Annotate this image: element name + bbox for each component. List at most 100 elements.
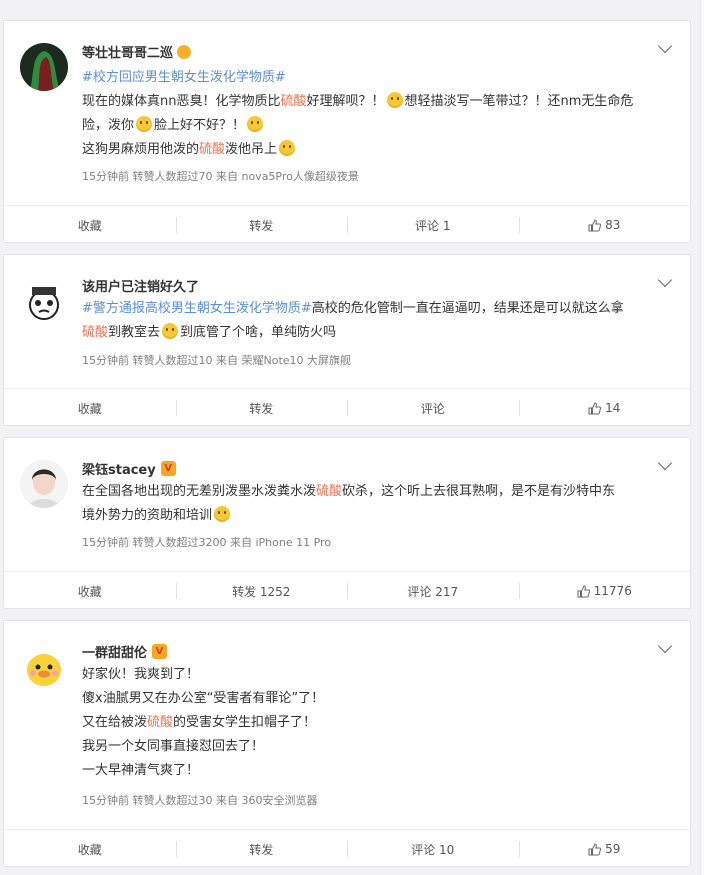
collect-label: 收藏 — [77, 401, 102, 416]
chevron-down-icon[interactable] — [657, 638, 673, 654]
collect-button[interactable]: 收藏 — [4, 572, 176, 610]
post-meta: 15分钟前 转赞人数超过30 来自 360安全浏览器 — [82, 794, 318, 807]
forward-button[interactable]: 转发 1252 — [175, 572, 348, 610]
content-text: 好家伙！我爽到了！ — [82, 667, 200, 682]
forward-label: 转发 — [249, 218, 274, 233]
comment-label: 评论 1 — [415, 218, 451, 233]
comment-label: 评论 — [420, 401, 445, 416]
avatar[interactable] — [20, 643, 68, 691]
verified-v-icon — [152, 644, 168, 659]
content-line: #警方通报高校男生朝女生泼化学物质#高校的危化管制一直在逼逼叨，结果还是可以就这… — [82, 297, 672, 321]
forward-button[interactable]: 转发 — [175, 830, 348, 868]
avatar[interactable] — [20, 460, 68, 508]
collect-label: 收藏 — [77, 842, 102, 857]
chevron-down-icon[interactable] — [657, 38, 673, 54]
emoji-icon — [247, 116, 264, 132]
content-text: 现在的媒体真nn恶臭！化学物质比 — [82, 94, 281, 109]
forward-button[interactable]: 转发 — [175, 206, 348, 244]
content-line: 险，泼你 脸上好不好？！ — [82, 114, 672, 138]
collect-button[interactable]: 收藏 — [4, 206, 176, 244]
content-line: 傻x油腻男又在办公室“受害者有罪论”了！ — [82, 687, 672, 711]
post-content: #校方回应男生朝女生泼化学物质# 现在的媒体真nn恶臭！化学物质比硫酸好理解呗？！… — [82, 66, 672, 162]
emoji-icon — [162, 323, 179, 339]
collect-button[interactable]: 收藏 — [4, 830, 176, 868]
username[interactable]: 梁钰stacey — [82, 459, 176, 478]
content-text: 脸上好不好？！ — [154, 118, 246, 133]
content-line: 一大早神清气爽了！ — [82, 759, 672, 783]
highlight-keyword[interactable]: 硫酸 — [316, 484, 342, 499]
post-content: #警方通报高校男生朝女生泼化学物质#高校的危化管制一直在逼逼叨，结果还是可以就这… — [82, 297, 672, 345]
topic-link[interactable]: #校方回应男生朝女生泼化学物质# — [82, 70, 286, 85]
username[interactable]: 等壮壮哥哥二巡 — [82, 42, 192, 61]
like-count: 83 — [605, 218, 621, 232]
content-line: 现在的媒体真nn恶臭！化学物质比硫酸好理解呗？！ 想轻描淡写一笔带过？！还nm无生… — [82, 90, 672, 114]
content-text: 又在给被泼 — [82, 715, 148, 730]
comment-button[interactable]: 评论 — [347, 389, 519, 427]
thumbs-up-icon — [588, 218, 602, 232]
like-count: 14 — [605, 401, 621, 415]
emoji-icon — [136, 116, 153, 132]
username-text[interactable]: 梁钰stacey — [82, 459, 156, 478]
avatar[interactable] — [20, 43, 68, 91]
topic-link[interactable]: #警方通报高校男生朝女生泼化学物质# — [82, 301, 312, 316]
content-line: 又在给被泼硫酸的受害女学生扣帽子了！ — [82, 711, 672, 735]
post-content: 好家伙！我爽到了！ 傻x油腻男又在办公室“受害者有罪论”了！ 又在给被泼硫酸的受害女… — [82, 663, 672, 783]
post-card: 该用户已注销好久了 #警方通报高校男生朝女生泼化学物质#高校的危化管制一直在逼逼… — [3, 254, 691, 426]
avatar[interactable] — [20, 277, 68, 325]
emoji-icon — [279, 140, 296, 156]
action-bar: 收藏 转发 评论 1 83 — [4, 205, 690, 244]
content-text: 一大早神清气爽了！ — [82, 763, 200, 778]
like-button[interactable]: 14 — [518, 389, 691, 427]
page-right-edge — [700, 0, 713, 875]
post-content: 在全国各地出现的无差别泼墨水泼粪水泼硫酸砍杀，这个听上去很耳熟啊，是不是有沙特中… — [82, 480, 672, 528]
content-line: 这狗男麻烦用他泼的硫酸泼他吊上 — [82, 138, 672, 162]
highlight-keyword[interactable]: 硫酸 — [280, 94, 306, 109]
post-card: 一群甜甜伦 好家伙！我爽到了！ 傻x油腻男又在办公室“受害者有罪论”了！ 又在给被泼… — [3, 620, 691, 867]
post-meta: 15分钟前 转赞人数超过70 来自 nova5Pro人像超级夜景 — [82, 170, 359, 183]
like-count: 59 — [605, 842, 621, 856]
comment-button[interactable]: 评论 217 — [347, 572, 519, 610]
content-text: 的受害女学生扣帽子了！ — [173, 715, 317, 730]
comment-button[interactable]: 评论 1 — [347, 206, 519, 244]
forward-label: 转发 — [249, 842, 274, 857]
comment-button[interactable]: 评论 10 — [347, 830, 519, 868]
highlight-keyword[interactable]: 硫酸 — [147, 715, 173, 730]
verified-v-icon — [160, 461, 176, 476]
username[interactable]: 该用户已注销好久了 — [82, 276, 199, 295]
action-bar: 收藏 转发 评论 10 59 — [4, 829, 690, 868]
collect-button[interactable]: 收藏 — [4, 389, 176, 427]
content-line: 好家伙！我爽到了！ — [82, 663, 672, 687]
content-text: 险，泼你 — [82, 118, 135, 133]
collect-label: 收藏 — [77, 584, 102, 599]
like-button[interactable]: 11776 — [518, 572, 691, 610]
like-count: 11776 — [593, 584, 632, 598]
action-bar: 收藏 转发 1252 评论 217 11776 — [4, 571, 690, 610]
forward-button[interactable]: 转发 — [175, 389, 348, 427]
emoji-icon — [386, 92, 403, 108]
content-line: 我另一个女同事直接怼回去了！ — [82, 735, 672, 759]
username-text[interactable]: 等壮壮哥哥二巡 — [82, 42, 173, 61]
content-text: 想轻描淡写一笔带过？！还nm无生命危 — [404, 94, 634, 109]
content-text: 这狗男麻烦用他泼的 — [82, 142, 200, 157]
content-text: 到底管了个啥，单纯防火吗 — [180, 325, 337, 340]
content-text: 到教室去 — [108, 325, 161, 340]
action-bar: 收藏 转发 评论 14 — [4, 388, 690, 427]
chevron-down-icon[interactable] — [657, 272, 673, 288]
comment-label: 评论 10 — [411, 842, 455, 857]
highlight-keyword[interactable]: 硫酸 — [199, 142, 225, 157]
crown-icon — [177, 44, 192, 59]
content-line: #校方回应男生朝女生泼化学物质# — [82, 66, 672, 90]
post-meta: 15分钟前 转赞人数超过10 来自 荣耀Note10 大屏旗舰 — [82, 354, 352, 367]
username[interactable]: 一群甜甜伦 — [82, 642, 168, 661]
thumbs-up-icon — [588, 401, 602, 415]
username-text[interactable]: 一群甜甜伦 — [82, 642, 147, 661]
content-text: 砍杀，这个听上去很耳熟啊，是不是有沙特中东 — [342, 484, 616, 499]
like-button[interactable]: 59 — [518, 830, 691, 868]
highlight-keyword[interactable]: 硫酸 — [82, 325, 108, 340]
like-button[interactable]: 83 — [518, 206, 691, 244]
username-text[interactable]: 该用户已注销好久了 — [82, 276, 199, 295]
thumbs-up-icon — [588, 842, 602, 856]
post-card: 梁钰stacey 在全国各地出现的无差别泼墨水泼粪水泼硫酸砍杀，这个听上去很耳熟… — [3, 437, 691, 609]
chevron-down-icon[interactable] — [657, 455, 673, 471]
content-line: 境外势力的资助和培训 — [82, 504, 672, 528]
